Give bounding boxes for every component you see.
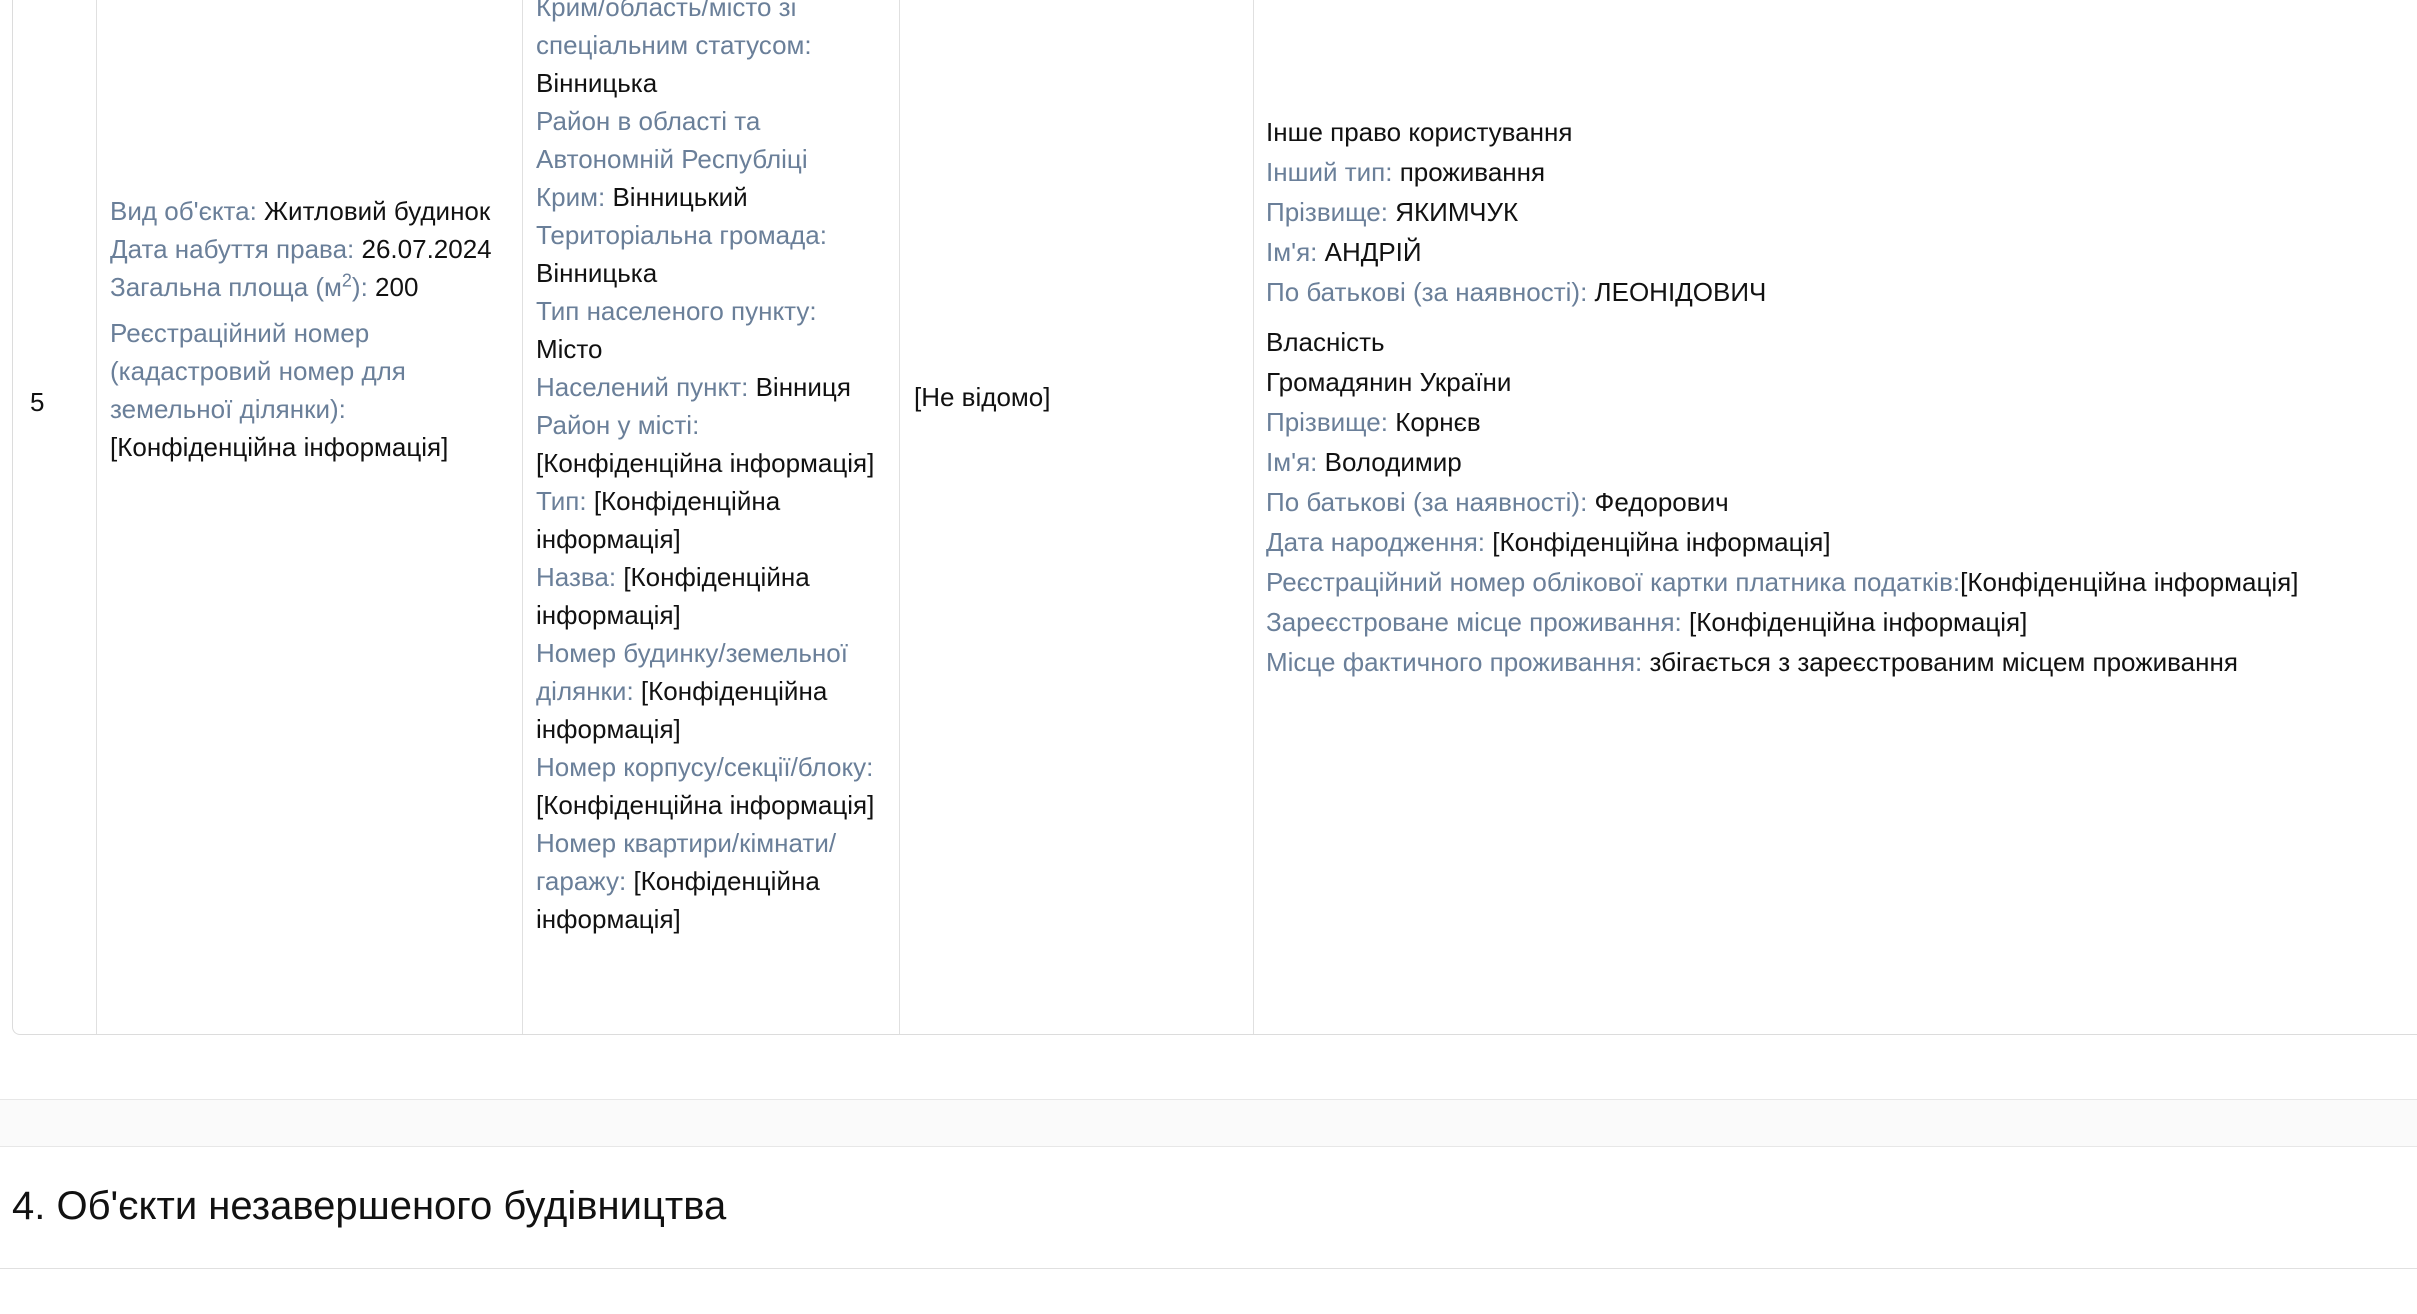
- section-divider: [0, 1268, 2417, 1269]
- total-area: Загальна площа (м2): 200: [110, 268, 500, 306]
- object-value: [Не відомо]: [914, 382, 1051, 412]
- declaration-page: 5 Вид об'єкта: Житловий будинок Дата наб…: [0, 0, 2417, 1314]
- table-cell-number: [13, 0, 97, 1034]
- address-district: Район в області та Автономній Республіці…: [536, 106, 808, 212]
- table-cell-value: [900, 0, 1254, 1034]
- object-type-label: Вид об'єкта:: [110, 196, 257, 226]
- address-house: Номер будинку/земельної ділянки: [Конфід…: [536, 638, 848, 744]
- address-apartment: Номер квартири/кімнати/гаражу: [Конфіден…: [536, 828, 837, 934]
- address-street-type: Тип: [Конфіденційна інформація]: [536, 486, 781, 554]
- rights-usage-title: Інше право користування: [1266, 117, 1573, 147]
- rights-group-usage: Інше право користування Інший тип: прожи…: [1266, 112, 2416, 312]
- rights-group-ownership: Власність Громадянин України Прізвище: К…: [1266, 322, 2416, 682]
- total-area-value: 200: [375, 272, 419, 302]
- registration-number-value: [Конфіденційна інформація]: [110, 432, 449, 462]
- total-area-label: Загальна площа (м2):: [110, 270, 368, 302]
- acquisition-date: Дата набуття права: 26.07.2024: [110, 230, 500, 268]
- object-type-value: Житловий будинок: [264, 196, 491, 226]
- table-cell-object: [97, 0, 523, 1034]
- registration-number-label: Реєстраційний номер (кадастровий номер д…: [110, 318, 406, 424]
- acquisition-date-label: Дата набуття права:: [110, 234, 355, 264]
- address-building: Номер корпусу/секції/блоку: [Конфіденцій…: [536, 752, 875, 820]
- address-community: Територіальна громада: Вінницька: [536, 220, 827, 288]
- address-settlement: Населений пункт: Вінниця: [536, 372, 851, 402]
- object-type: Вид об'єкта: Житловий будинок: [110, 192, 500, 230]
- rights-ownership-title: Власність: [1266, 327, 1385, 357]
- address-settlement-type: Тип населеного пункту: Місто: [536, 296, 817, 364]
- section-title: 4. Об'єкти незавершеного будівництва: [12, 1184, 727, 1228]
- acquisition-date-value: 26.07.2024: [361, 234, 492, 264]
- citizenship: Громадянин України: [1266, 367, 1512, 397]
- registration-number: Реєстраційний номер (кадастровий номер д…: [110, 314, 500, 466]
- section-separator: [0, 1099, 2417, 1147]
- address-city-district: Район у місті: [Конфіденційна інформація…: [536, 410, 875, 478]
- address-street-name: Назва: [Конфіденційна інформація]: [536, 562, 810, 630]
- address-region: Крим/область/місто зі спеціальним статус…: [536, 0, 812, 98]
- row-number: 5: [30, 387, 45, 417]
